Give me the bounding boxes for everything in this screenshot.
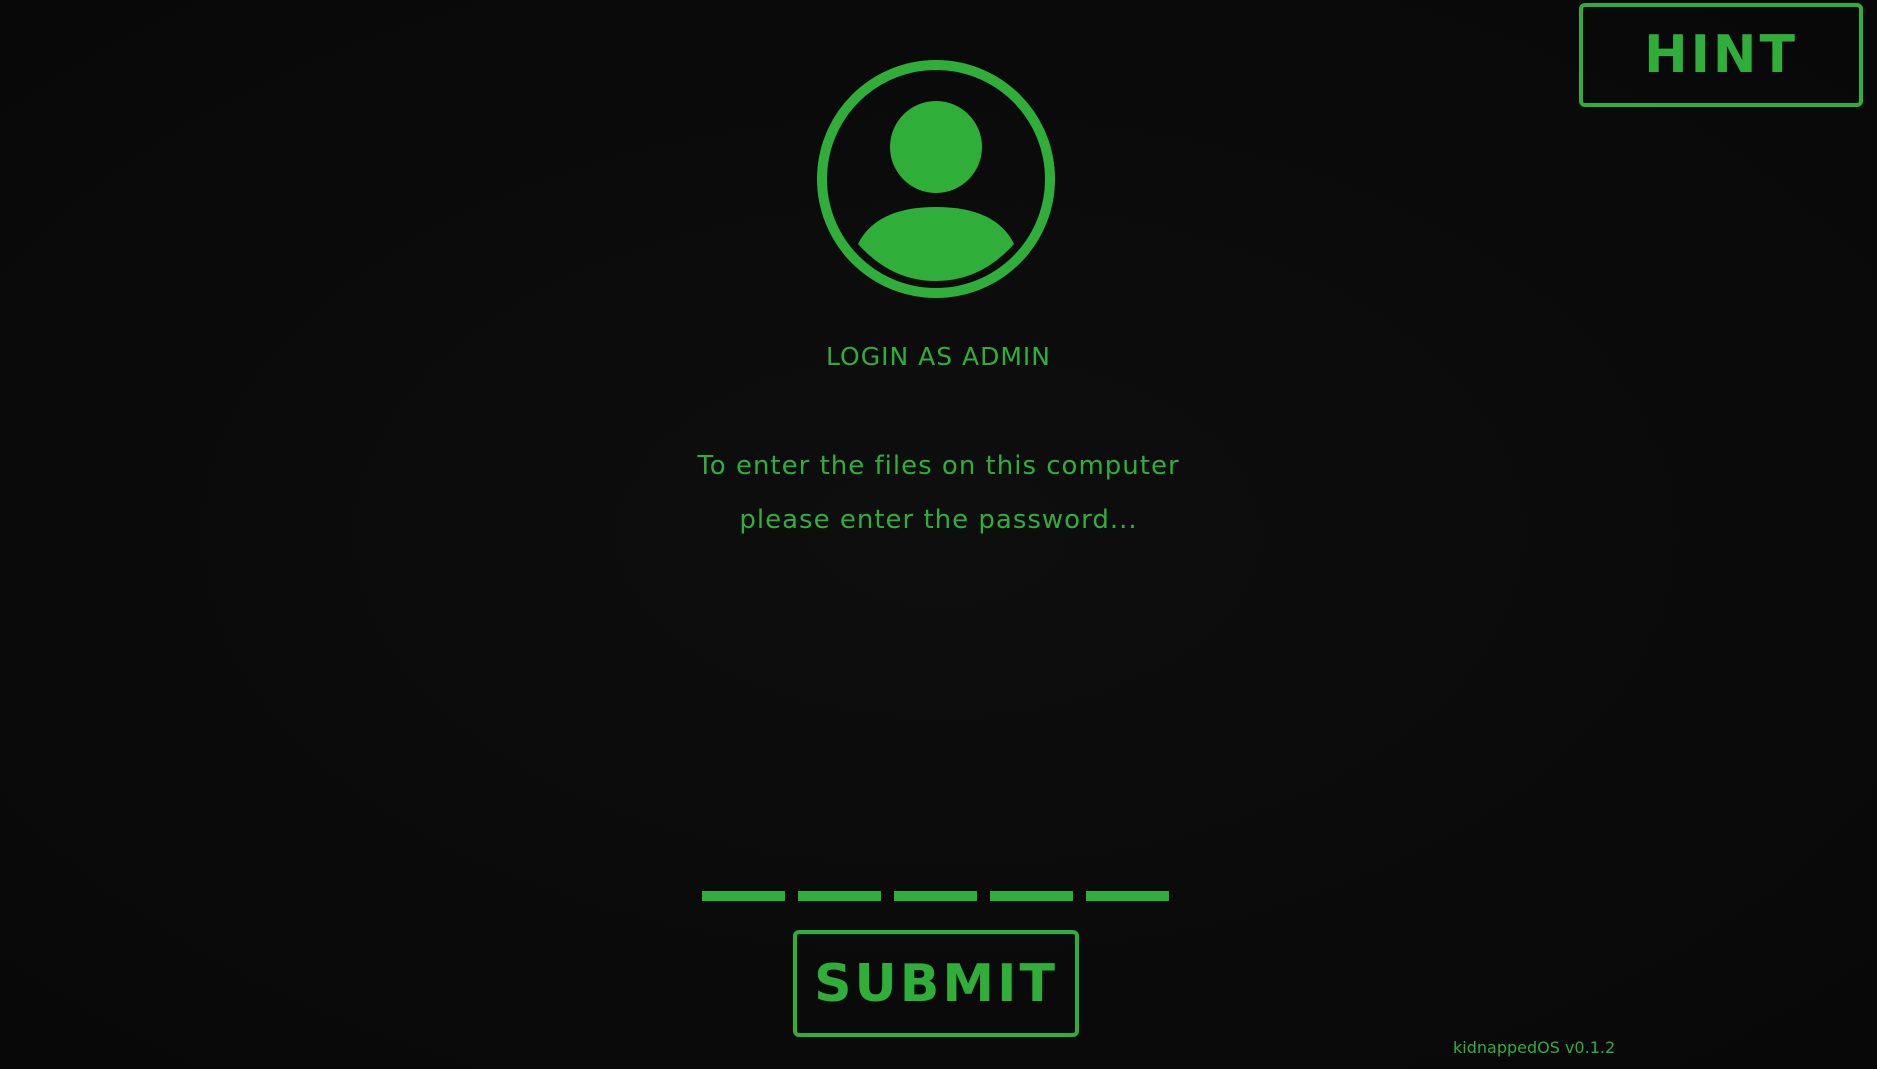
password-slot — [990, 891, 1073, 901]
password-slot — [894, 891, 977, 901]
instruction-line-2: please enter the password... — [739, 505, 1138, 535]
submit-button[interactable]: SUBMIT — [793, 930, 1079, 1037]
password-slot — [1086, 891, 1169, 901]
password-input[interactable] — [702, 891, 1169, 901]
instruction-line-1: To enter the files on this computer — [697, 451, 1180, 481]
login-title: LOGIN AS ADMIN — [825, 342, 1052, 371]
password-slot — [702, 891, 785, 901]
password-slot — [798, 891, 881, 901]
version-label: kidnappedOS v0.1.2 — [1453, 1038, 1616, 1057]
user-avatar-icon — [817, 60, 1055, 298]
hint-button[interactable]: HINT — [1579, 3, 1863, 107]
